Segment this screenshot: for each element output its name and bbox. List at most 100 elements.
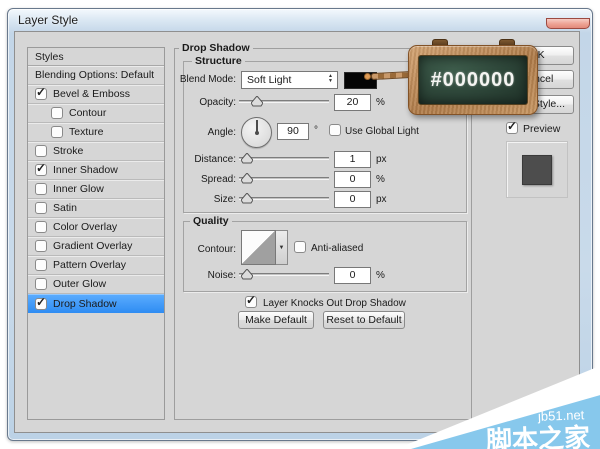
style-item-label: Outer Glow: [53, 278, 106, 290]
arrow-down-icon: ▼: [328, 79, 333, 84]
checkbox-unchecked[interactable]: [35, 221, 47, 233]
sidebar-item-stroke[interactable]: Stroke: [28, 142, 164, 161]
check-icon: ✓: [246, 293, 256, 307]
style-item-label: Color Overlay: [53, 221, 117, 233]
preview-checkbox[interactable]: ✓: [506, 122, 518, 134]
panel-title: Drop Shadow: [179, 42, 253, 54]
noise-slider[interactable]: [239, 269, 329, 280]
size-unit: px: [376, 194, 387, 205]
style-item-label: Pattern Overlay: [53, 259, 126, 271]
checkbox-unchecked[interactable]: [35, 145, 47, 157]
sidebar-item-gradient-overlay[interactable]: Gradient Overlay: [28, 237, 164, 256]
make-default-button[interactable]: Make Default: [238, 311, 314, 329]
spread-input[interactable]: 0: [334, 171, 371, 188]
styles-list: Styles Blending Options: Default ✓ Bevel…: [27, 47, 165, 420]
chalkboard: #000000: [408, 45, 538, 115]
style-item-label: Blending Options: Default: [35, 69, 154, 81]
use-global-light-label: Use Global Light: [345, 126, 435, 137]
checkbox-unchecked[interactable]: [51, 126, 63, 138]
size-slider[interactable]: [239, 193, 329, 204]
angle-label: Angle:: [164, 127, 236, 138]
preview-label: Preview: [523, 123, 583, 135]
screenshot-root: Layer Style Styles Blending Options: Def…: [0, 0, 600, 449]
style-item-label: Drop Shadow: [53, 298, 117, 310]
sidebar-item-blending-options[interactable]: Blending Options: Default: [28, 66, 164, 85]
slider-thumb[interactable]: [241, 173, 253, 184]
styles-header-label: Styles: [35, 51, 64, 63]
style-item-label: Stroke: [53, 145, 83, 157]
chalkboard-surface: #000000: [418, 55, 528, 105]
checkbox-checked[interactable]: ✓: [35, 164, 47, 176]
style-item-label: Texture: [69, 126, 103, 138]
checkbox-unchecked[interactable]: [51, 107, 63, 119]
sidebar-item-contour[interactable]: Contour: [28, 104, 164, 123]
slider-thumb[interactable]: [241, 193, 253, 204]
hex-color-text: #000000: [431, 69, 516, 92]
blend-mode-label: Blend Mode:: [164, 74, 236, 85]
sidebar-item-outer-glow[interactable]: Outer Glow: [28, 275, 164, 294]
check-icon: ✓: [36, 161, 46, 175]
angle-dial[interactable]: [241, 117, 272, 148]
opacity-slider[interactable]: [239, 96, 329, 107]
quality-group: Quality Contour: ▼ Anti-aliased Noise: 0…: [183, 221, 467, 292]
sidebar-item-satin[interactable]: Satin: [28, 199, 164, 218]
checkbox-checked[interactable]: ✓: [35, 298, 47, 310]
size-label: Size:: [164, 194, 236, 205]
slider-thumb[interactable]: [241, 269, 253, 280]
noise-label: Noise:: [164, 270, 236, 281]
checkbox-unchecked[interactable]: [35, 202, 47, 214]
pointer-tip-dot: [364, 73, 371, 80]
contour-label: Contour:: [164, 244, 236, 255]
sidebar-item-drop-shadow[interactable]: ✓ Drop Shadow: [28, 294, 164, 313]
contour-picker[interactable]: [241, 230, 276, 265]
angle-unit: °: [314, 125, 318, 136]
anti-aliased-checkbox[interactable]: [294, 241, 306, 253]
opacity-input[interactable]: 20: [334, 94, 371, 111]
spinner-icon: ▲ ▼: [328, 74, 333, 84]
close-button[interactable]: [546, 18, 590, 29]
dialog-title: Layer Style: [18, 13, 78, 27]
contour-dropdown-arrow[interactable]: ▼: [276, 230, 288, 265]
sidebar-item-inner-glow[interactable]: Inner Glow: [28, 180, 164, 199]
spread-label: Spread:: [164, 174, 236, 185]
checkbox-unchecked[interactable]: [35, 259, 47, 271]
arrow-down-icon: ▼: [279, 245, 285, 251]
blend-mode-select[interactable]: Soft Light ▲ ▼: [241, 71, 338, 89]
noise-input[interactable]: 0: [334, 267, 371, 284]
dialog-titlebar[interactable]: Layer Style: [8, 9, 592, 31]
slider-thumb[interactable]: [251, 96, 263, 107]
sidebar-item-texture[interactable]: Texture: [28, 123, 164, 142]
distance-slider[interactable]: [239, 153, 329, 164]
size-input[interactable]: 0: [334, 191, 371, 208]
spread-slider[interactable]: [239, 173, 329, 184]
use-global-light-checkbox[interactable]: [329, 124, 341, 136]
style-item-label: Gradient Overlay: [53, 240, 132, 252]
knockout-checkbox[interactable]: ✓: [245, 296, 257, 308]
knockout-label: Layer Knocks Out Drop Shadow: [263, 298, 433, 309]
sidebar-item-pattern-overlay[interactable]: Pattern Overlay: [28, 256, 164, 275]
quality-legend: Quality: [190, 215, 232, 227]
opacity-label: Opacity:: [164, 97, 236, 108]
distance-unit: px: [376, 154, 387, 165]
sidebar-item-bevel-emboss[interactable]: ✓ Bevel & Emboss: [28, 85, 164, 104]
slider-thumb[interactable]: [241, 153, 253, 164]
angle-input[interactable]: 90: [277, 123, 309, 140]
checkbox-unchecked[interactable]: [35, 240, 47, 252]
style-item-label: Satin: [53, 202, 77, 214]
sidebar-item-inner-shadow[interactable]: ✓ Inner Shadow: [28, 161, 164, 180]
checkbox-unchecked[interactable]: [35, 183, 47, 195]
check-icon: ✓: [36, 85, 46, 99]
style-item-label: Inner Shadow: [53, 164, 118, 176]
checkbox-checked[interactable]: ✓: [35, 88, 47, 100]
opacity-unit: %: [376, 97, 385, 108]
checkbox-unchecked[interactable]: [35, 278, 47, 290]
noise-unit: %: [376, 270, 385, 281]
angle-hub: [255, 131, 259, 135]
sidebar-item-color-overlay[interactable]: Color Overlay: [28, 218, 164, 237]
style-item-label: Contour: [69, 107, 106, 119]
reset-to-default-button[interactable]: Reset to Default: [323, 311, 405, 329]
anti-aliased-label: Anti-aliased: [311, 243, 381, 254]
distance-input[interactable]: 1: [334, 151, 371, 168]
distance-label: Distance:: [164, 154, 236, 165]
styles-list-header: Styles: [28, 48, 164, 66]
